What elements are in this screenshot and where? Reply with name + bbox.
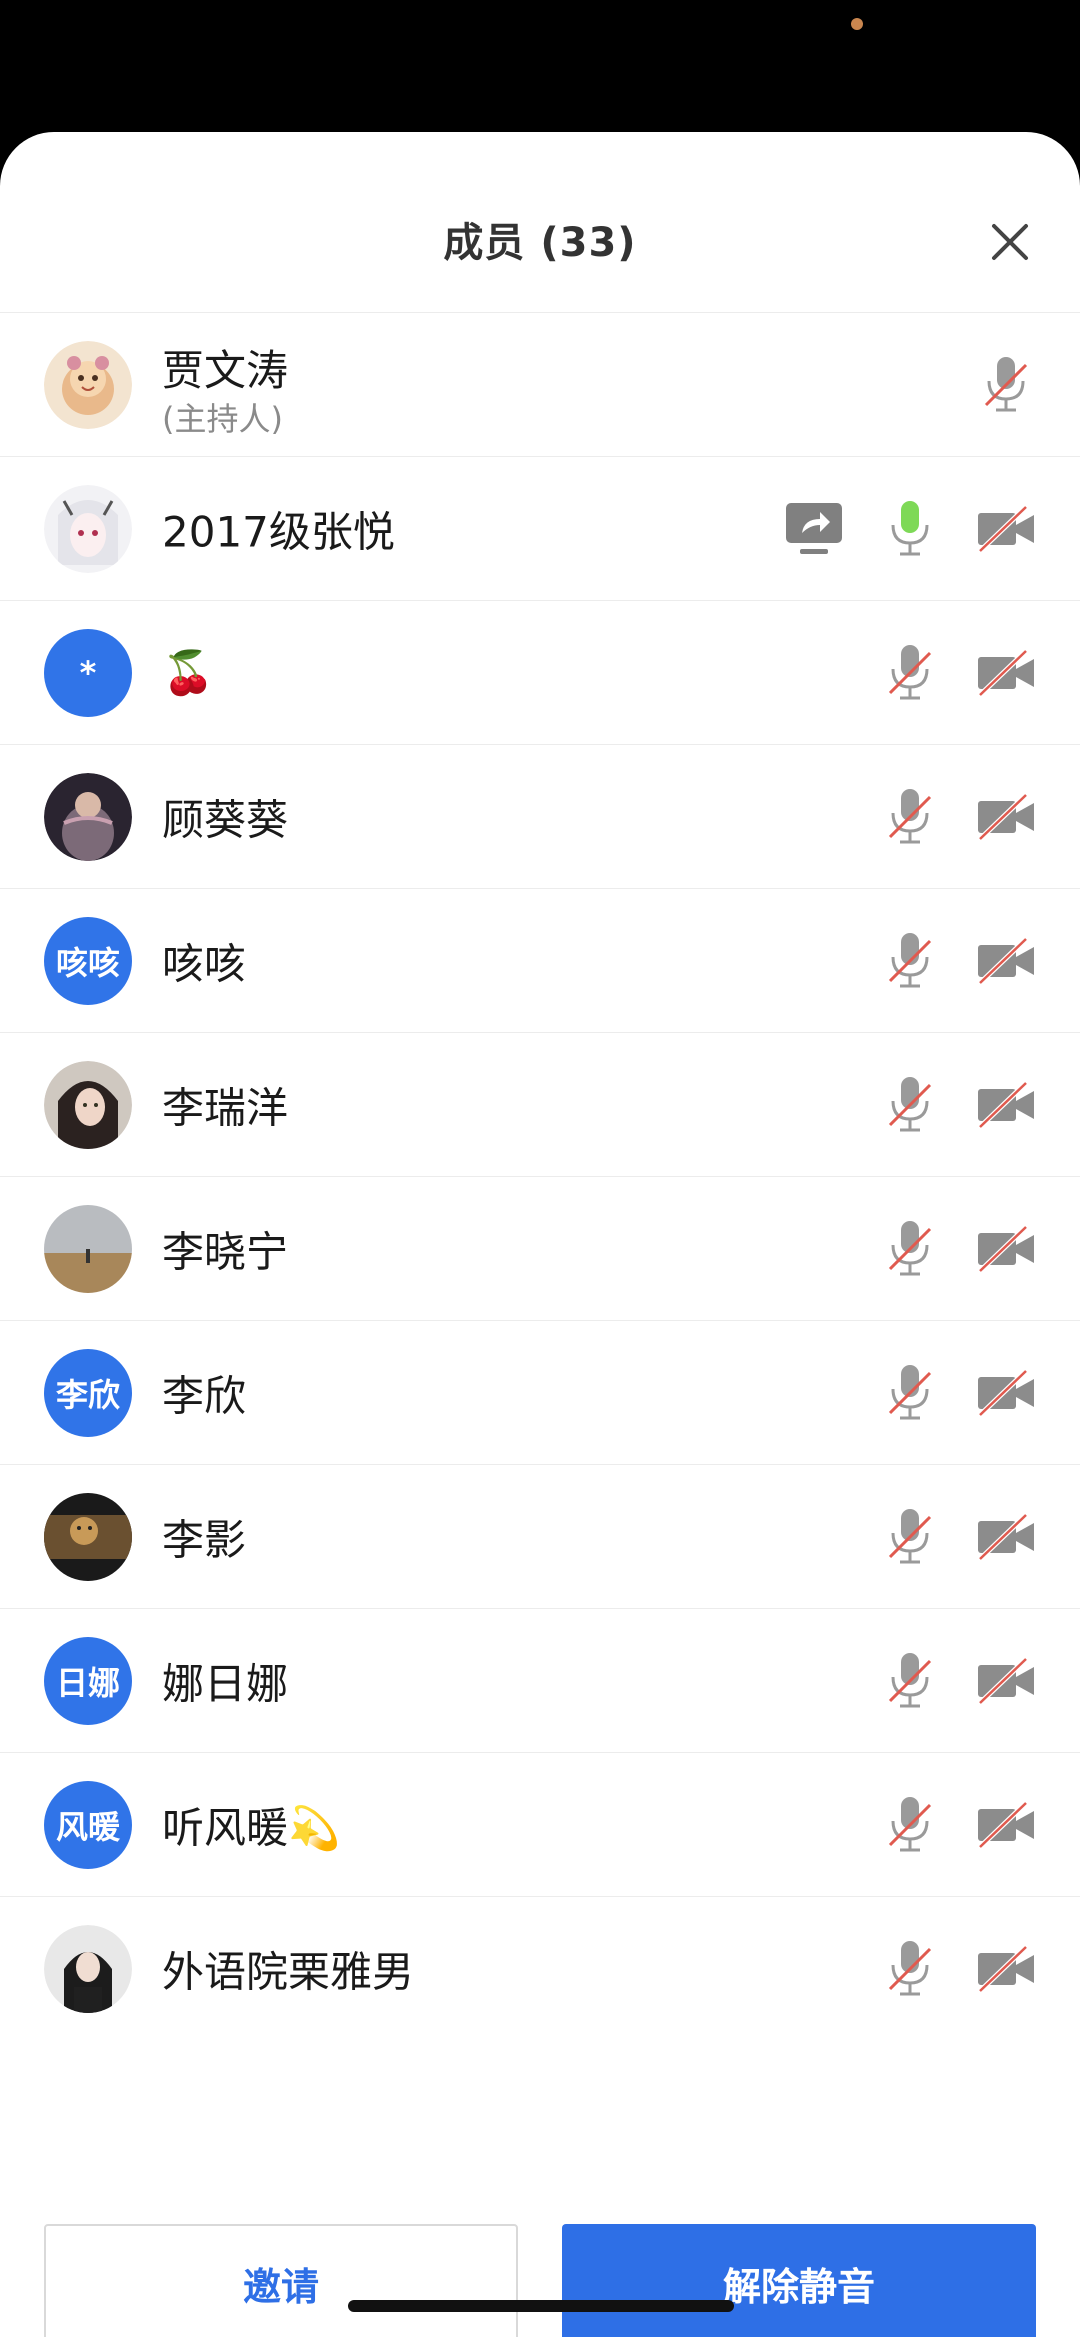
mic-muted-button[interactable] bbox=[880, 643, 940, 703]
camera-off-icon bbox=[978, 1513, 1034, 1561]
member-name: 李影 bbox=[162, 1515, 247, 1564]
screen-share-button[interactable] bbox=[784, 499, 844, 559]
page-title: 成员 (33) bbox=[443, 220, 637, 266]
mic-muted-button[interactable] bbox=[880, 1363, 940, 1423]
mic-muted-button[interactable] bbox=[976, 355, 1036, 415]
avatar bbox=[44, 1493, 132, 1581]
mic-muted-icon bbox=[888, 1365, 932, 1420]
avatar bbox=[44, 485, 132, 573]
avatar bbox=[44, 1205, 132, 1293]
member-name: 贾文涛 bbox=[162, 346, 289, 395]
member-row[interactable]: 李影 bbox=[0, 1464, 1080, 1608]
camera-off-button[interactable] bbox=[976, 499, 1036, 559]
member-row[interactable]: 外语院栗雅男 bbox=[0, 1896, 1080, 2040]
screen: 成员 (33) 贾文涛 (主持人) 2017级张悦 * 🍒 顾葵葵 咳咳 咳咳 … bbox=[0, 0, 1080, 2337]
mic-muted-button[interactable] bbox=[880, 1939, 940, 1999]
mic-muted-icon bbox=[888, 645, 932, 700]
avatar: 风暖 bbox=[44, 1781, 132, 1869]
mic-muted-icon bbox=[888, 1941, 932, 1996]
camera-off-button[interactable] bbox=[976, 1507, 1036, 1567]
mic-muted-icon bbox=[888, 1221, 932, 1276]
camera-indicator-dot bbox=[851, 18, 863, 30]
member-row[interactable]: 李瑞洋 bbox=[0, 1032, 1080, 1176]
close-icon bbox=[992, 224, 1028, 260]
mic-muted-button[interactable] bbox=[880, 787, 940, 847]
camera-off-button[interactable] bbox=[976, 643, 1036, 703]
member-name: 李瑞洋 bbox=[162, 1083, 289, 1132]
avatar bbox=[44, 773, 132, 861]
avatar: 日娜 bbox=[44, 1637, 132, 1725]
mic-muted-icon bbox=[888, 1077, 932, 1132]
mic-muted-icon bbox=[888, 1797, 932, 1852]
camera-off-icon bbox=[978, 793, 1034, 841]
member-name: 听风暖💫 bbox=[162, 1803, 341, 1852]
member-row[interactable]: 2017级张悦 bbox=[0, 456, 1080, 600]
camera-off-button[interactable] bbox=[976, 1795, 1036, 1855]
member-name: 李欣 bbox=[162, 1371, 247, 1420]
host-role-label: (主持人) bbox=[162, 400, 283, 438]
camera-off-icon bbox=[978, 1801, 1034, 1849]
mic-muted-button[interactable] bbox=[880, 1219, 940, 1279]
member-name: 🍒 bbox=[162, 647, 215, 697]
mic-muted-button[interactable] bbox=[880, 1507, 940, 1567]
camera-off-button[interactable] bbox=[976, 787, 1036, 847]
camera-off-icon bbox=[978, 505, 1034, 553]
avatar: * bbox=[44, 629, 132, 717]
camera-off-icon bbox=[978, 1081, 1034, 1129]
camera-off-button[interactable] bbox=[976, 1939, 1036, 1999]
member-name: 外语院栗雅男 bbox=[162, 1947, 415, 1996]
camera-off-icon bbox=[978, 1369, 1034, 1417]
mic-muted-button[interactable] bbox=[880, 1075, 940, 1135]
member-name-group: 贾文涛 (主持人) bbox=[162, 343, 288, 439]
avatar bbox=[44, 1061, 132, 1149]
member-row[interactable]: 李欣 李欣 bbox=[0, 1320, 1080, 1464]
mic-active-icon bbox=[891, 501, 929, 556]
mic-muted-button[interactable] bbox=[880, 1651, 940, 1711]
camera-off-button[interactable] bbox=[976, 1219, 1036, 1279]
mic-muted-button[interactable] bbox=[880, 931, 940, 991]
member-row[interactable]: 顾葵葵 bbox=[0, 744, 1080, 888]
member-row[interactable]: 李晓宁 bbox=[0, 1176, 1080, 1320]
camera-off-icon bbox=[978, 1225, 1034, 1273]
mic-muted-icon bbox=[984, 357, 1028, 412]
camera-off-icon bbox=[978, 937, 1034, 985]
footer-actions: 邀请 解除静音 bbox=[0, 2204, 1080, 2337]
mic-muted-button[interactable] bbox=[880, 1795, 940, 1855]
member-row[interactable]: 日娜 娜日娜 bbox=[0, 1608, 1080, 1752]
camera-off-button[interactable] bbox=[976, 1363, 1036, 1423]
member-list[interactable]: 贾文涛 (主持人) 2017级张悦 * 🍒 顾葵葵 咳咳 咳咳 李瑞洋 李晓宁 … bbox=[0, 312, 1080, 2204]
mic-active-button[interactable] bbox=[880, 499, 940, 559]
member-name: 2017级张悦 bbox=[162, 507, 395, 556]
avatar: 李欣 bbox=[44, 1349, 132, 1437]
home-indicator[interactable] bbox=[348, 2300, 734, 2312]
sheet-header: 成员 (33) bbox=[0, 132, 1080, 312]
avatar: 咳咳 bbox=[44, 917, 132, 1005]
mic-muted-icon bbox=[888, 1653, 932, 1708]
camera-off-icon bbox=[978, 1945, 1034, 1993]
camera-off-button[interactable] bbox=[976, 1075, 1036, 1135]
screen-share-icon bbox=[786, 503, 842, 554]
mic-muted-icon bbox=[888, 933, 932, 988]
member-name: 咳咳 bbox=[162, 939, 247, 988]
member-row[interactable]: 风暖 听风暖💫 bbox=[0, 1752, 1080, 1896]
mic-muted-icon bbox=[888, 1509, 932, 1564]
camera-off-icon bbox=[978, 1657, 1034, 1705]
avatar bbox=[44, 1925, 132, 2013]
unmute-all-button[interactable]: 解除静音 bbox=[562, 2224, 1036, 2337]
camera-off-icon bbox=[978, 649, 1034, 697]
member-row[interactable]: 贾文涛 (主持人) bbox=[0, 312, 1080, 456]
member-name: 娜日娜 bbox=[162, 1659, 289, 1708]
mic-muted-icon bbox=[888, 789, 932, 844]
avatar bbox=[44, 341, 132, 429]
members-sheet: 成员 (33) 贾文涛 (主持人) 2017级张悦 * 🍒 顾葵葵 咳咳 咳咳 … bbox=[0, 132, 1080, 2337]
invite-button[interactable]: 邀请 bbox=[44, 2224, 518, 2337]
member-row[interactable]: 咳咳 咳咳 bbox=[0, 888, 1080, 1032]
member-name: 李晓宁 bbox=[162, 1227, 289, 1276]
member-name: 顾葵葵 bbox=[162, 795, 289, 844]
camera-off-button[interactable] bbox=[976, 1651, 1036, 1711]
camera-off-button[interactable] bbox=[976, 931, 1036, 991]
close-button[interactable] bbox=[980, 212, 1040, 272]
member-row[interactable]: * 🍒 bbox=[0, 600, 1080, 744]
